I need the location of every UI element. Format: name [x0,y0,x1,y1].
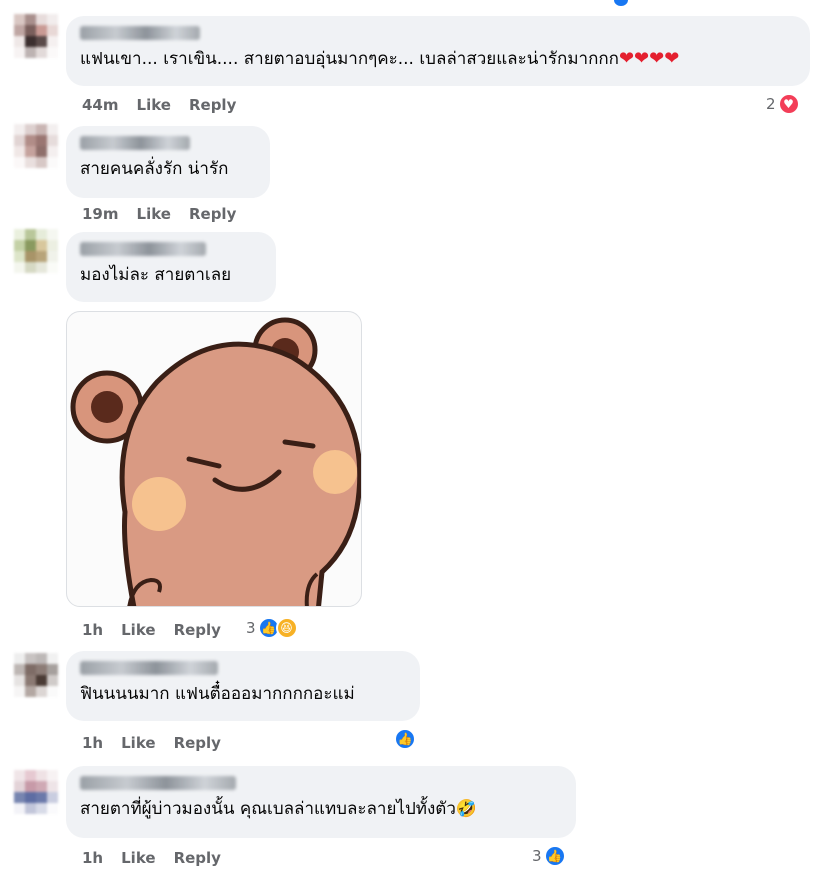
comment-bubble: สายคนคลั่งรัก น่ารัก [66,126,270,198]
reaction-summary[interactable]: 3 👍 😆 [246,617,298,639]
avatar[interactable] [14,229,58,273]
avatar[interactable] [14,124,58,168]
reaction-count: 3 [532,847,542,865]
avatar[interactable] [14,653,58,697]
author-name-blurred[interactable] [80,242,206,256]
reply-button[interactable]: Reply [174,734,221,752]
like-icon: 👍 [543,845,566,867]
comment-actions: 1h Like Reply [82,621,239,639]
author-name-blurred[interactable] [80,136,190,150]
reply-button[interactable]: Reply [189,205,236,223]
haha-icon: 😆 [275,617,298,639]
reply-button[interactable]: Reply [174,621,221,639]
comment-text: สายตาที่ผู้บ่าวมองนั้น คุณเบลล่าแทบละลาย… [80,799,478,819]
reaction-summary[interactable]: 2 ♥ [766,93,800,115]
like-button[interactable]: Like [121,734,155,752]
like-button[interactable]: Like [121,849,155,867]
author-name-blurred[interactable] [80,661,218,675]
avatar[interactable] [14,770,58,814]
reply-button[interactable]: Reply [174,849,221,867]
comment-actions: 1h Like Reply [82,734,239,752]
comment-bubble: แฟนเขา... เราเขิน.... สายตาอบอุ่นมากๆคะ.… [66,16,810,86]
reply-button[interactable]: Reply [189,96,236,114]
reaction-summary[interactable]: 👍 [394,728,416,750]
avatar[interactable] [14,14,58,58]
comment-bubble: ฟินนนนมาก แฟนตื๋อออมากกกกอะแม่ [66,651,420,721]
reaction-count: 3 [246,619,256,637]
comment-bubble: สายตาที่ผู้บ่าวมองนั้น คุณเบลล่าแทบละลาย… [66,766,576,838]
author-name-blurred[interactable] [80,776,236,790]
timestamp[interactable]: 1h [82,734,103,752]
timestamp[interactable]: 44m [82,96,119,114]
heart-icon: ♥ [777,93,800,115]
reaction-fragment-icon [614,0,628,6]
reaction-summary[interactable]: 3 👍 [532,845,566,867]
timestamp[interactable]: 19m [82,205,119,223]
comment-text: ฟินนนนมาก แฟนตื๋อออมากกกกอะแม่ [80,684,355,704]
comment-actions: 1h Like Reply [82,849,239,867]
timestamp[interactable]: 1h [82,621,103,639]
like-icon: 👍 [394,728,416,750]
reaction-count: 2 [766,95,776,113]
bear-sticker-art [70,317,361,606]
comment-bubble: มองไม่ละ สายตาเลย [66,232,276,302]
comment-text: สายคนคลั่งรัก น่ารัก [80,159,229,179]
comment-text: มองไม่ละ สายตาเลย [80,265,232,285]
author-name-blurred[interactable] [80,26,200,40]
rofl-emoji: 🤣 [455,799,478,819]
like-button[interactable]: Like [121,621,155,639]
comment-actions: 19m Like Reply [82,205,254,223]
like-button[interactable]: Like [137,205,171,223]
heart-emoji: ❤❤❤❤ [618,48,680,69]
bear-sticker[interactable] [66,311,362,607]
timestamp[interactable]: 1h [82,849,103,867]
like-button[interactable]: Like [137,96,171,114]
comment-actions: 44m Like Reply [82,96,254,114]
comment-text: แฟนเขา... เราเขิน.... สายตาอบอุ่นมากๆคะ.… [80,48,680,69]
